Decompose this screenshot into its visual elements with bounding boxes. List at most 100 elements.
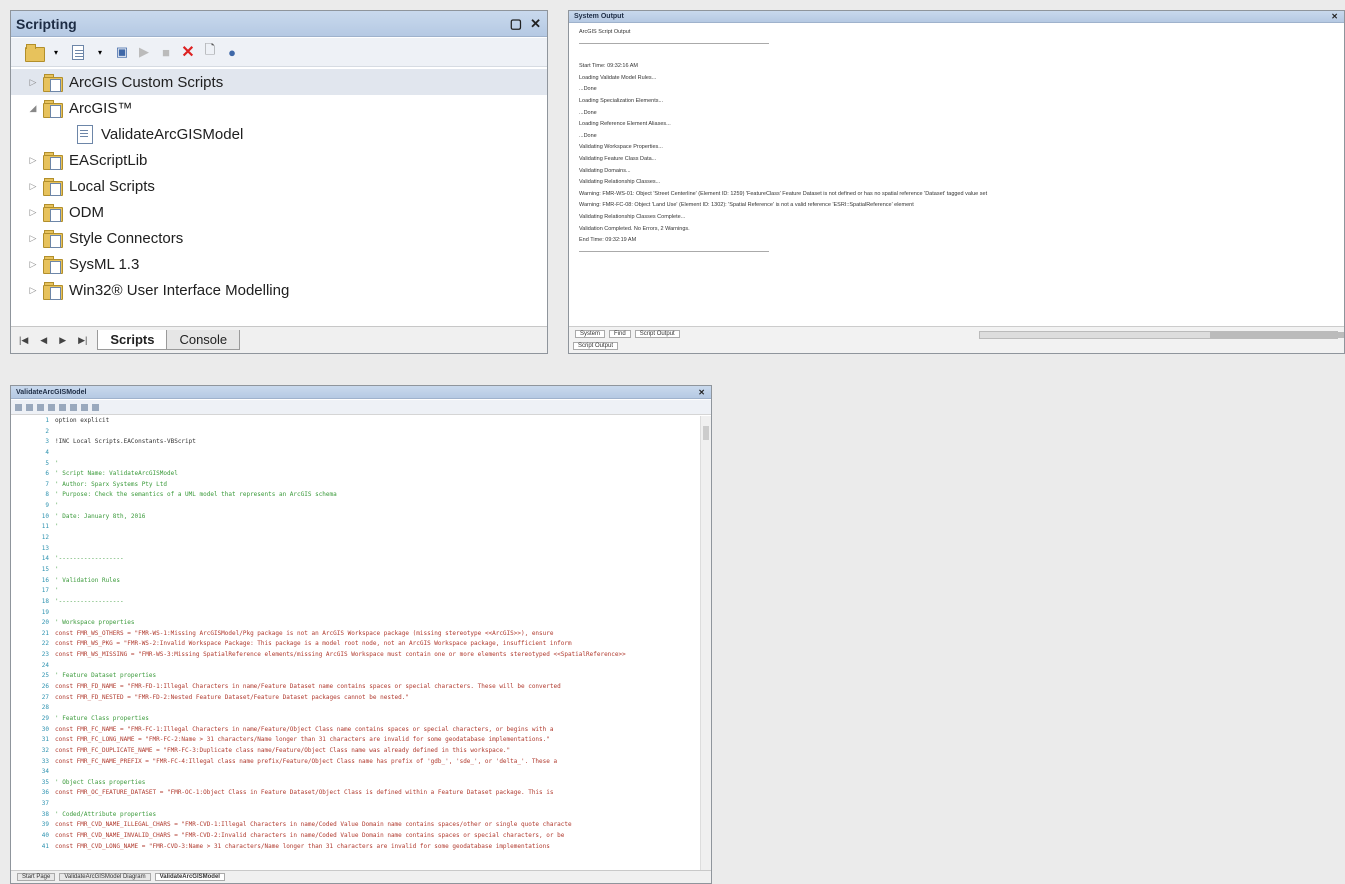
tree-node-label: ArcGIS™	[69, 99, 133, 117]
code-text: const FMR_CVD_LONG_NAME = "FMR-CVD-3:Nam…	[55, 842, 550, 850]
tab-scripts[interactable]: Scripts	[97, 330, 168, 350]
editor-tab[interactable]: Start Page	[17, 873, 56, 881]
close-icon[interactable]: ✕	[1331, 11, 1338, 23]
delete-icon[interactable]: ✕	[179, 43, 197, 61]
prev-tab-icon[interactable]: ◀	[40, 335, 47, 346]
collapsed-arrow-icon[interactable]: ▷	[27, 285, 39, 296]
code-line: 7 ' Author: Sparx Systems Pty Ltd	[11, 480, 699, 491]
output-line: Validating Feature Class Data...	[579, 155, 657, 162]
next-tab-icon[interactable]: ▶	[59, 335, 66, 346]
vertical-scrollbar[interactable]	[700, 416, 711, 871]
output-tab[interactable]: Script Output	[634, 330, 680, 338]
step-icon[interactable]	[59, 403, 66, 411]
new-script-icon[interactable]	[69, 43, 87, 61]
scripting-titlebar: Scripting ▢ ✕	[11, 11, 547, 37]
output-title: System Output	[574, 13, 624, 20]
output-line: Loading Reference Element Aliases...	[579, 121, 671, 128]
code-line: 30 const FMR_FC_NAME = "FMR-FC-1:Illegal …	[11, 725, 699, 736]
horizontal-scrollbar[interactable]	[979, 331, 1344, 339]
run-icon[interactable]	[26, 403, 33, 411]
tree-node-label: Style Connectors	[69, 229, 184, 247]
save-icon[interactable]	[15, 403, 22, 411]
collapsed-arrow-icon[interactable]: ▷	[27, 181, 39, 192]
tree-node-label: ODM	[69, 203, 104, 221]
find-icon[interactable]	[81, 403, 88, 411]
code-text: const FMR_OC_FEATURE_DATASET = "FMR-OC-1…	[55, 789, 554, 797]
properties-icon[interactable]: 🗋	[201, 42, 219, 61]
breakpoint-icon[interactable]	[70, 403, 77, 411]
help-icon[interactable]: ●	[223, 43, 241, 61]
tree-node[interactable]: ▷ Style Connectors	[11, 225, 547, 251]
output-tab[interactable]: System	[575, 330, 606, 338]
line-number: 3	[45, 438, 49, 446]
code-text: const FMR_WS_PKG = "FMR-WS-2:Invalid Wor…	[55, 640, 572, 648]
code-line: 23 const FMR_WS_MISSING = "FMR-WS-3:Missi…	[11, 650, 699, 661]
line-number: 13	[41, 544, 49, 552]
line-number: 1	[45, 417, 49, 424]
tree-node[interactable]: ◢ ArcGIS™	[11, 95, 547, 121]
line-number: 2	[45, 427, 49, 435]
tree-node-label: EAScriptLib	[69, 151, 148, 169]
collapsed-arrow-icon[interactable]: ▷	[27, 155, 39, 166]
code-text: '------------------	[55, 555, 124, 563]
line-number: 6	[45, 470, 49, 478]
editor-titlebar: ValidateArcGISModel ✕	[11, 386, 711, 399]
line-number: 7	[45, 480, 49, 488]
tree-node[interactable]: ▷ Win32® User Interface Modelling	[11, 277, 547, 303]
line-number: 35	[41, 778, 49, 786]
collapsed-arrow-icon[interactable]: ▷	[27, 77, 39, 88]
line-number: 17	[41, 587, 49, 595]
new-group-icon[interactable]	[25, 43, 45, 62]
save-icon[interactable]: ▣	[113, 43, 131, 61]
editor-tab[interactable]: ValidateArcGISModel Diagram	[59, 873, 151, 881]
maximize-icon[interactable]: ▢	[510, 11, 522, 37]
stop-icon[interactable]	[48, 403, 55, 411]
code-text: ' Feature Dataset properties	[55, 672, 157, 680]
tree-node[interactable]: ▷ SysML 1.3	[11, 251, 547, 277]
dropdown-arrow-icon[interactable]: ▾	[91, 43, 109, 61]
code-line: 34	[11, 767, 699, 778]
line-number: 5	[45, 459, 49, 467]
close-icon[interactable]: ✕	[698, 386, 705, 399]
editor-tab[interactable]: ValidateArcGISModel	[154, 873, 225, 881]
code-text: '	[55, 459, 59, 467]
line-number: 15	[41, 565, 49, 573]
close-icon[interactable]: ✕	[530, 11, 541, 37]
collapsed-arrow-icon[interactable]: ▷	[27, 207, 39, 218]
output-line: Validating Domains...	[579, 167, 631, 174]
code-line: 19	[11, 608, 699, 619]
dropdown-arrow-icon[interactable]: ▾	[47, 43, 65, 61]
tree-node[interactable]: ValidateArcGISModel	[11, 121, 547, 147]
tab-console[interactable]: Console	[166, 330, 241, 350]
output-line: Loading Validate Model Rules...	[579, 74, 657, 81]
help-icon[interactable]	[92, 403, 99, 411]
tree-node[interactable]: ▷ Local Scripts	[11, 173, 547, 199]
last-tab-icon[interactable]: ▶|	[78, 335, 87, 346]
tree-node[interactable]: ▷ ArcGIS Custom Scripts	[11, 69, 547, 95]
code-text: '	[55, 587, 59, 595]
debug-icon[interactable]	[37, 403, 44, 411]
line-number: 34	[41, 768, 49, 776]
tab-script-output[interactable]: Script Output	[573, 342, 619, 350]
first-tab-icon[interactable]: |◀	[19, 335, 28, 346]
separator	[579, 250, 769, 252]
tree-node[interactable]: ▷ EAScriptLib	[11, 147, 547, 173]
code-line: 21 const FMR_WS_OTHERS = "FMR-WS-1:Missin…	[11, 629, 699, 640]
scripting-panel: Scripting ▢ ✕ ▾ ▾ ▣ ▶ ■ ✕ 🗋 ● ▷ ArcGIS Cu…	[10, 10, 548, 354]
run-icon[interactable]: ▶	[135, 43, 153, 61]
code-line: 22 const FMR_WS_PKG = "FMR-WS-2:Invalid W…	[11, 639, 699, 650]
tree-node[interactable]: ▷ ODM	[11, 199, 547, 225]
line-number: 41	[41, 842, 49, 850]
scripting-toolbar: ▾ ▾ ▣ ▶ ■ ✕ 🗋 ●	[11, 38, 547, 67]
collapsed-arrow-icon[interactable]: ▷	[27, 259, 39, 270]
code-line: 38 ' Coded/Attribute properties	[11, 810, 699, 821]
code-line: 40 const FMR_CVD_NAME_INVALID_CHARS = "FM…	[11, 831, 699, 842]
code-area[interactable]: 1 option explicit 2 3 !INC Local Scripts.EAC…	[11, 416, 699, 871]
tree-node-label: Local Scripts	[69, 177, 155, 195]
tree-node-label: SysML 1.3	[69, 255, 140, 273]
output-tab[interactable]: Find	[609, 330, 631, 338]
collapsed-arrow-icon[interactable]: ▷	[27, 233, 39, 244]
expanded-arrow-icon[interactable]: ◢	[27, 103, 39, 114]
code-text: ' Coded/Attribute properties	[55, 810, 157, 818]
stop-icon[interactable]: ■	[157, 43, 175, 61]
